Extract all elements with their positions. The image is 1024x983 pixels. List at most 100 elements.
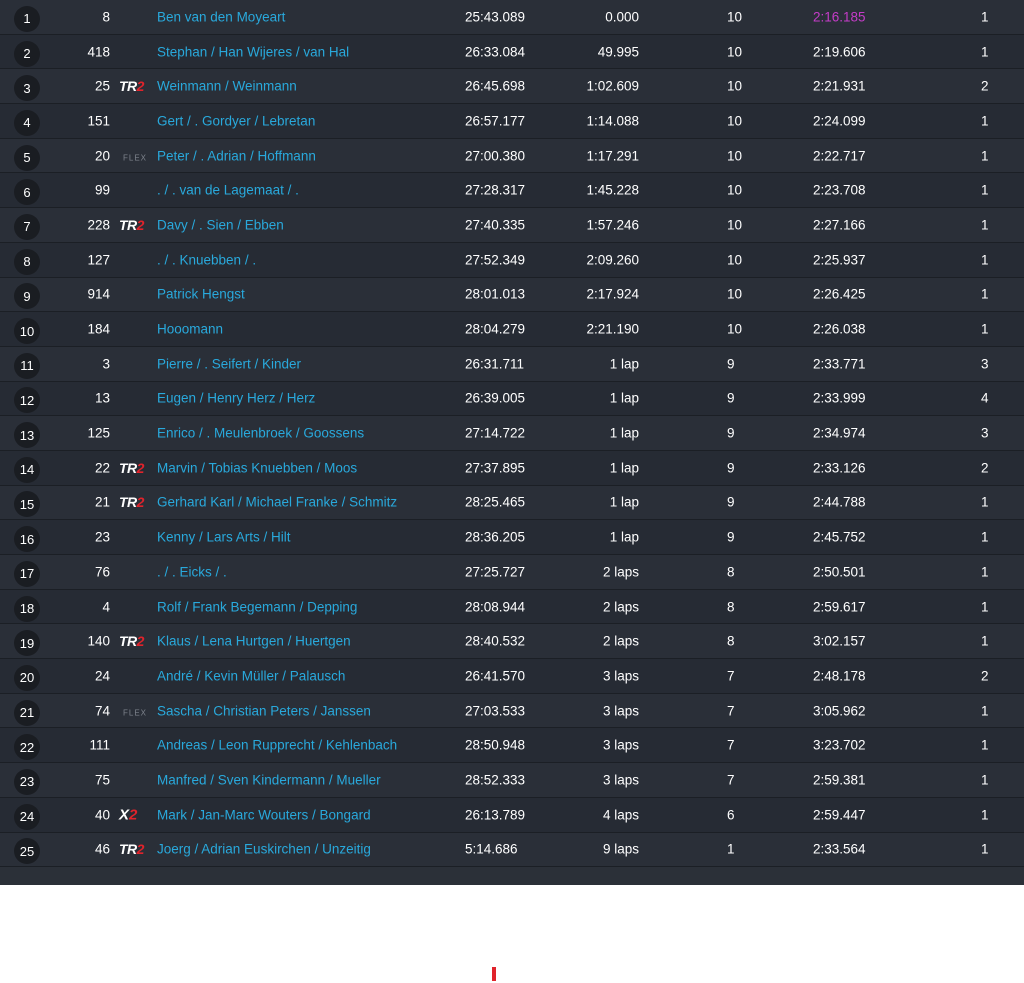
driver-link[interactable]: Andreas / Leon Rupprecht / Kehlenbach bbox=[157, 738, 397, 753]
table-row[interactable]: 18 4 Rolf / Frank Begemann / Depping 28:08.… bbox=[0, 589, 1024, 625]
gap-to-leader: 0.000 bbox=[605, 9, 639, 25]
pit-stops: 1 bbox=[981, 217, 989, 233]
best-lap-time: 2:33.999 bbox=[813, 390, 866, 406]
position-badge: 8 bbox=[14, 248, 40, 275]
gap-to-leader: 2:17.924 bbox=[586, 286, 639, 302]
position-badge: 5 bbox=[14, 144, 40, 171]
table-row[interactable]: 19 140 TR2 Klaus / Lena Hurtgen / Huertgen 2… bbox=[0, 624, 1024, 660]
car-number: 21 bbox=[94, 494, 110, 510]
best-lap-time: 2:24.099 bbox=[813, 113, 866, 129]
table-row[interactable]: 3 25 TR2 Weinmann / Weinmann 26:45.698 1:02.6… bbox=[0, 69, 1024, 105]
driver-link[interactable]: Klaus / Lena Hurtgen / Huertgen bbox=[157, 634, 351, 649]
driver-link[interactable]: Sascha / Christian Peters / Janssen bbox=[157, 703, 371, 718]
table-row[interactable]: 23 75 Manfred / Sven Kindermann / Mueller 2… bbox=[0, 763, 1024, 798]
table-row[interactable]: 21 74 FLEX Sascha / Christian Peters / Jans… bbox=[0, 693, 1024, 729]
driver-link[interactable]: Mark / Jan-Marc Wouters / Bongard bbox=[157, 807, 371, 822]
driver-link[interactable]: Joerg / Adrian Euskirchen / Unzeitig bbox=[157, 842, 371, 857]
position-badge: 12 bbox=[14, 387, 40, 414]
laps-completed: 8 bbox=[727, 599, 735, 615]
laps-completed: 10 bbox=[727, 44, 743, 60]
total-time: 27:28.317 bbox=[465, 182, 526, 198]
position-badge: 23 bbox=[14, 768, 40, 795]
table-row[interactable]: 16 23 Kenny / Lars Arts / Hilt 28:36.205 1 l… bbox=[0, 520, 1024, 555]
laps-completed: 9 bbox=[727, 460, 735, 476]
driver-link[interactable]: Enrico / . Meulenbroek / Goossens bbox=[157, 426, 364, 441]
driver-link[interactable]: . / . Eicks / . bbox=[157, 564, 227, 579]
laps-completed: 9 bbox=[727, 356, 735, 372]
driver-link[interactable]: Gert / . Gordyer / Lebretan bbox=[157, 113, 315, 128]
total-time: 28:08.944 bbox=[465, 599, 526, 615]
table-row[interactable]: 5 20 FLEX Peter / . Adrian / Hoffmann 27:00.… bbox=[0, 138, 1024, 174]
gap-to-leader: 4 laps bbox=[602, 807, 639, 823]
car-number: 76 bbox=[94, 564, 110, 580]
table-row[interactable]: 20 24 André / Kevin Müller / Palausch 26:41… bbox=[0, 659, 1024, 694]
pit-stops: 2 bbox=[981, 460, 989, 476]
table-row[interactable]: 24 40 X2 Mark / Jan-Marc Wouters / Bongard 2… bbox=[0, 797, 1024, 833]
table-row[interactable]: 7 228 TR2 Davy / . Sien / Ebben 27:40.335 1:5… bbox=[0, 208, 1024, 243]
driver-link[interactable]: Weinmann / Weinmann bbox=[157, 79, 297, 94]
table-row[interactable]: 1 8 Ben van den Moyeart 25:43.089 0.000 10 2:1… bbox=[0, 0, 1024, 35]
position-badge: 13 bbox=[14, 422, 40, 449]
table-row[interactable]: 4 151 Gert / . Gordyer / Lebretan 26:57.177… bbox=[0, 104, 1024, 139]
table-row[interactable]: 25 46 TR2 Joerg / Adrian Euskirchen / Unzei… bbox=[0, 832, 1024, 868]
table-row[interactable]: 8 127 . / . Knuebben / . 27:52.349 2:09.260 1… bbox=[0, 242, 1024, 278]
flex-class-badge-icon: FLEX bbox=[123, 708, 148, 718]
table-row[interactable]: 6 99 . / . van de Lagemaat / . 27:28.317 1:4… bbox=[0, 173, 1024, 209]
total-time: 5:14.686 bbox=[465, 841, 518, 857]
gap-to-leader: 1:14.088 bbox=[586, 113, 639, 129]
driver-link[interactable]: Davy / . Sien / Ebben bbox=[157, 217, 284, 232]
best-lap-time: 3:05.962 bbox=[813, 703, 866, 719]
table-row[interactable]: 12 13 Eugen / Henry Herz / Herz 26:39.005 1 … bbox=[0, 381, 1024, 417]
best-lap-time: 3:23.702 bbox=[813, 737, 866, 753]
table-row[interactable]: 14 22 TR2 Marvin / Tobias Knuebben / Moos 27… bbox=[0, 450, 1024, 486]
laps-completed: 9 bbox=[727, 494, 735, 510]
gap-to-leader: 1 lap bbox=[609, 494, 639, 510]
laps-completed: 9 bbox=[727, 529, 735, 545]
driver-link[interactable]: Marvin / Tobias Knuebben / Moos bbox=[157, 460, 357, 475]
driver-link[interactable]: Patrick Hengst bbox=[157, 287, 245, 302]
driver-link[interactable]: André / Kevin Müller / Palausch bbox=[157, 668, 345, 683]
best-lap-time: 2:48.178 bbox=[813, 668, 866, 684]
driver-link[interactable]: Pierre / . Seifert / Kinder bbox=[157, 356, 301, 371]
driver-link[interactable]: Ben van den Moyeart bbox=[157, 9, 285, 24]
best-lap-time: 2:33.771 bbox=[813, 356, 866, 372]
driver-link[interactable]: Manfred / Sven Kindermann / Mueller bbox=[157, 772, 381, 787]
driver-link[interactable]: Hooomann bbox=[157, 322, 223, 337]
driver-link[interactable]: Eugen / Henry Herz / Herz bbox=[157, 391, 315, 406]
table-row[interactable]: 22 111 Andreas / Leon Rupprecht / Kehlenba… bbox=[0, 728, 1024, 764]
pit-stops: 1 bbox=[981, 807, 989, 823]
laps-completed: 7 bbox=[727, 737, 735, 753]
driver-link[interactable]: Peter / . Adrian / Hoffmann bbox=[157, 148, 316, 163]
pit-stops: 1 bbox=[981, 252, 989, 268]
tr2-class-badge-icon: TR2 bbox=[119, 841, 144, 858]
table-row[interactable]: 11 3 Pierre / . Seifert / Kinder 26:31.711 1… bbox=[0, 346, 1024, 382]
car-number: 111 bbox=[89, 737, 110, 753]
total-time: 28:50.948 bbox=[465, 737, 526, 753]
position-badge: 24 bbox=[14, 803, 40, 830]
car-number: 228 bbox=[87, 217, 110, 233]
driver-link[interactable]: . / . van de Lagemaat / . bbox=[157, 183, 299, 198]
table-row[interactable]: 13 125 Enrico / . Meulenbroek / Goossens 27… bbox=[0, 416, 1024, 451]
table-row[interactable]: 15 21 TR2 Gerhard Karl / Michael Franke / S… bbox=[0, 485, 1024, 521]
driver-link[interactable]: . / . Knuebben / . bbox=[157, 252, 256, 267]
total-time: 28:40.532 bbox=[465, 633, 526, 649]
car-number: 46 bbox=[94, 841, 110, 857]
driver-link[interactable]: Rolf / Frank Begemann / Depping bbox=[157, 599, 357, 614]
table-row[interactable]: 10 184 Hooomann 28:04.279 2:21.190 10 2:26.038… bbox=[0, 312, 1024, 347]
laps-completed: 8 bbox=[727, 564, 735, 580]
gap-to-leader: 1:57.246 bbox=[586, 217, 639, 233]
driver-link[interactable]: Kenny / Lars Arts / Hilt bbox=[157, 530, 291, 545]
table-row[interactable]: 2 418 Stephan / Han Wijeres / van Hal 26:33… bbox=[0, 34, 1024, 70]
car-number: 22 bbox=[94, 460, 110, 476]
pit-stops: 1 bbox=[981, 841, 989, 857]
best-lap-time: 2:59.381 bbox=[813, 772, 866, 788]
table-row[interactable]: 17 76 . / . Eicks / . 27:25.727 2 laps 8 2:50.… bbox=[0, 555, 1024, 590]
position-badge: 4 bbox=[14, 109, 40, 136]
loading-indicator-icon bbox=[492, 967, 496, 981]
driver-link[interactable]: Gerhard Karl / Michael Franke / Schmitz bbox=[157, 495, 397, 510]
pit-stops: 1 bbox=[981, 737, 989, 753]
table-row[interactable]: 9 914 Patrick Hengst 28:01.013 2:17.924 10 2:2… bbox=[0, 277, 1024, 313]
driver-link[interactable]: Stephan / Han Wijeres / van Hal bbox=[157, 44, 349, 59]
pit-stops: 1 bbox=[981, 321, 989, 337]
gap-to-leader: 1 lap bbox=[609, 529, 639, 545]
